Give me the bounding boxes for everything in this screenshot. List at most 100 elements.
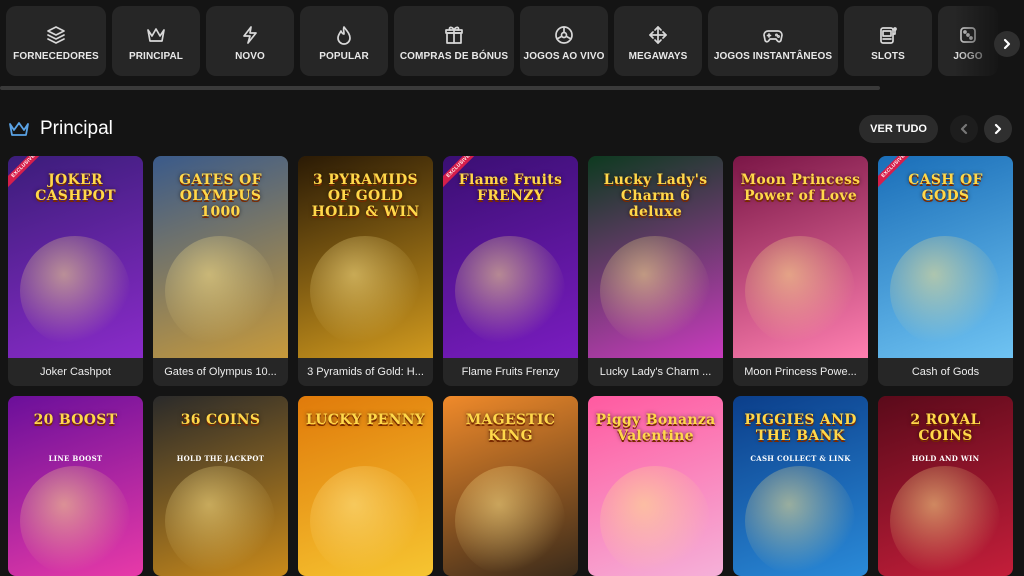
game-artwork-title: Piggy Bonanza Valentine xyxy=(595,412,716,444)
game-name[interactable]: Moon Princess Powe... xyxy=(733,358,868,386)
game-name[interactable]: Joker Cashpot xyxy=(8,358,143,386)
game-artwork-title: GATES OF OLYMPUS 1000 xyxy=(179,172,262,220)
game-artwork-title: 36 COINS xyxy=(180,412,261,428)
game-artwork-title: 20 BOOST xyxy=(33,412,118,428)
game-artwork-subtitle: CASH COLLECT & LINK xyxy=(750,454,851,463)
game-name[interactable]: 3 Pyramids of Gold: H... xyxy=(298,358,433,386)
artwork-glow xyxy=(745,466,855,576)
artwork-glow xyxy=(20,236,130,346)
category-label: MEGAWAYS xyxy=(628,50,688,62)
game-card[interactable]: Piggy Bonanza Valentine xyxy=(588,396,723,576)
category-principal[interactable]: PRINCIPAL xyxy=(112,6,200,76)
game-artwork-title: 2 ROYAL COINS xyxy=(910,412,981,444)
game-artwork-title: PIGGIES AND THE BANK xyxy=(744,412,857,444)
game-card[interactable]: MAGESTIC KING xyxy=(443,396,578,576)
chevron-right-icon xyxy=(994,123,1002,135)
game-thumbnail[interactable]: Lucky Lady's Charm 6 deluxe xyxy=(588,156,723,358)
carousel-prev-button[interactable] xyxy=(950,115,978,143)
game-artwork-title: Moon Princess Power of Love xyxy=(740,172,861,204)
category-label: SLOTS xyxy=(871,50,905,62)
category-jogos-instant-neos[interactable]: JOGOS INSTANTÂNEOS xyxy=(708,6,838,76)
game-artwork-subtitle: HOLD AND WIN xyxy=(911,454,980,463)
game-card[interactable]: Flame Fruits FRENZY EXCLUSIVE Flame Fruits… xyxy=(443,156,578,386)
artwork-glow xyxy=(20,466,130,576)
game-thumbnail[interactable]: Moon Princess Power of Love xyxy=(733,156,868,358)
game-card[interactable]: PIGGIES AND THE BANK CASH COLLECT & LINK xyxy=(733,396,868,576)
game-name[interactable]: Cash of Gods xyxy=(878,358,1013,386)
game-artwork-subtitle: HOLD THE JACKPOT xyxy=(176,454,265,463)
game-artwork-title: Lucky Lady's Charm 6 deluxe xyxy=(603,172,708,220)
artwork-glow xyxy=(310,236,420,346)
game-card[interactable]: Moon Princess Power of Love Moon Princess… xyxy=(733,156,868,386)
section-header: Principal VER TUDO xyxy=(8,114,1016,146)
category-jogos-ao-vivo[interactable]: JOGOS AO VIVO xyxy=(520,6,608,76)
game-thumbnail[interactable]: CASH OF GODS EXCLUSIVE xyxy=(878,156,1013,358)
game-artwork-title: Flame Fruits FRENZY xyxy=(458,172,563,204)
game-card[interactable]: LUCKY PENNY xyxy=(298,396,433,576)
category-popular[interactable]: POPULAR xyxy=(300,6,388,76)
game-card[interactable]: 20 BOOST LINE BOOST xyxy=(8,396,143,576)
carousel-next-button[interactable] xyxy=(984,115,1012,143)
game-card[interactable]: 36 COINS HOLD THE JACKPOT xyxy=(153,396,288,576)
game-name[interactable]: Gates of Olympus 10... xyxy=(153,358,288,386)
arrows-cross-icon xyxy=(648,21,668,49)
crown-icon xyxy=(146,21,166,49)
see-all-button[interactable]: VER TUDO xyxy=(859,115,938,143)
game-thumbnail[interactable]: LUCKY PENNY xyxy=(298,396,433,576)
artwork-glow xyxy=(165,466,275,576)
game-artwork-title: JOKER CASHPOT xyxy=(35,172,116,204)
artwork-glow xyxy=(455,466,565,576)
game-thumbnail[interactable]: 36 COINS HOLD THE JACKPOT xyxy=(153,396,288,576)
game-name[interactable]: Lucky Lady's Charm ... xyxy=(588,358,723,386)
artwork-glow xyxy=(600,466,710,576)
category-fornecedores[interactable]: FORNECEDORES xyxy=(6,6,106,76)
game-card[interactable]: Lucky Lady's Charm 6 deluxe Lucky Lady's … xyxy=(588,156,723,386)
artwork-glow xyxy=(890,466,1000,576)
game-thumbnail[interactable]: 20 BOOST LINE BOOST xyxy=(8,396,143,576)
category-novo[interactable]: NOVO xyxy=(206,6,294,76)
game-name[interactable]: Flame Fruits Frenzy xyxy=(443,358,578,386)
game-thumbnail[interactable]: PIGGIES AND THE BANK CASH COLLECT & LINK xyxy=(733,396,868,576)
game-artwork-title: LUCKY PENNY xyxy=(305,412,426,428)
category-label: COMPRAS DE BÓNUS xyxy=(399,50,509,62)
category-label: NOVO xyxy=(235,50,265,62)
game-card[interactable]: 3 PYRAMIDS OF GOLD HOLD & WIN 3 Pyramids … xyxy=(298,156,433,386)
game-thumbnail[interactable]: GATES OF OLYMPUS 1000 xyxy=(153,156,288,358)
game-artwork-title: CASH OF GODS xyxy=(908,172,983,204)
category-megaways[interactable]: MEGAWAYS xyxy=(614,6,702,76)
artwork-glow xyxy=(455,236,565,346)
category-next-button[interactable] xyxy=(994,31,1020,57)
artwork-glow xyxy=(165,236,275,346)
category-scrollbar[interactable] xyxy=(0,86,880,90)
category-label: PRINCIPAL xyxy=(128,50,184,62)
game-card[interactable]: JOKER CASHPOT EXCLUSIVE Joker Cashpot xyxy=(8,156,143,386)
game-thumbnail[interactable]: 3 PYRAMIDS OF GOLD HOLD & WIN xyxy=(298,156,433,358)
game-thumbnail[interactable]: 2 ROYAL COINS HOLD AND WIN xyxy=(878,396,1013,576)
chevron-left-icon xyxy=(960,123,968,135)
game-artwork-title: 3 PYRAMIDS OF GOLD HOLD & WIN xyxy=(311,172,420,220)
category-label: JOGOS INSTANTÂNEOS xyxy=(713,50,833,62)
category-label: POPULAR xyxy=(319,50,369,62)
artwork-glow xyxy=(890,236,1000,346)
category-bar: FORNECEDORES PRINCIPAL NOVO POPULAR COMPRAS … xyxy=(0,0,1024,84)
flame-icon xyxy=(334,21,354,49)
category-compras-de-b-nus[interactable]: COMPRAS DE BÓNUS xyxy=(394,6,514,76)
game-card[interactable]: 2 ROYAL COINS HOLD AND WIN xyxy=(878,396,1013,576)
category-list: FORNECEDORES PRINCIPAL NOVO POPULAR COMPRAS … xyxy=(6,6,998,76)
artwork-glow xyxy=(600,236,710,346)
section-title: Principal xyxy=(40,118,113,139)
layers-icon xyxy=(46,21,66,49)
gamepad-icon xyxy=(763,21,783,49)
lightning-icon xyxy=(240,21,260,49)
slot-machine-icon xyxy=(878,21,898,49)
game-artwork-subtitle: LINE BOOST xyxy=(48,454,103,463)
game-thumbnail[interactable]: Piggy Bonanza Valentine xyxy=(588,396,723,576)
category-slots[interactable]: SLOTS xyxy=(844,6,932,76)
game-thumbnail[interactable]: JOKER CASHPOT EXCLUSIVE xyxy=(8,156,143,358)
game-card[interactable]: GATES OF OLYMPUS 1000 Gates of Olympus 10… xyxy=(153,156,288,386)
gift-icon xyxy=(444,21,464,49)
game-card[interactable]: CASH OF GODS EXCLUSIVE Cash of Gods xyxy=(878,156,1013,386)
game-thumbnail[interactable]: Flame Fruits FRENZY EXCLUSIVE xyxy=(443,156,578,358)
game-thumbnail[interactable]: MAGESTIC KING xyxy=(443,396,578,576)
category-label: FORNECEDORES xyxy=(13,50,99,62)
